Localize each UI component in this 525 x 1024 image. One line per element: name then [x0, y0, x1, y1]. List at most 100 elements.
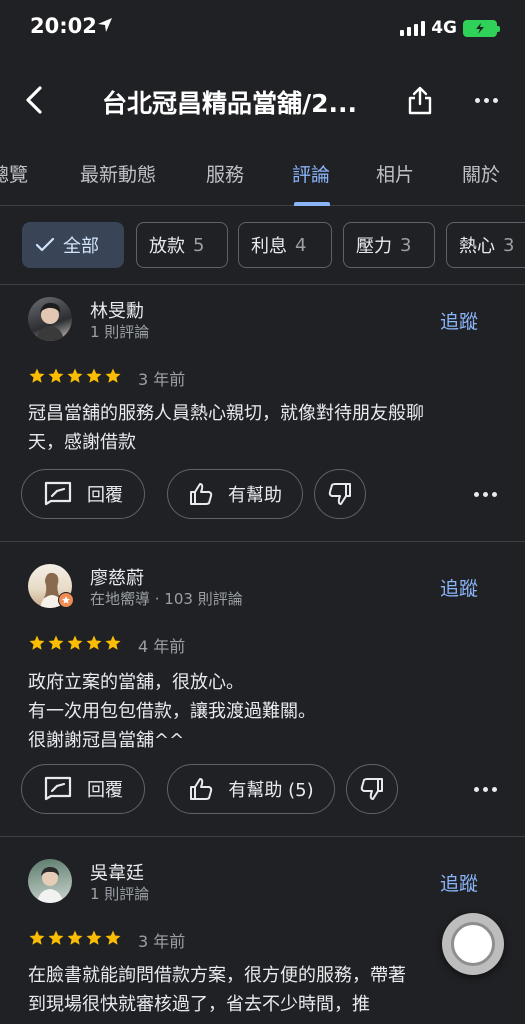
star-rating — [28, 367, 122, 385]
chip-all[interactable]: 全部 — [22, 222, 124, 268]
reply-icon — [44, 776, 72, 801]
review-text-line: 政府立案的當舖，很放心。 — [28, 672, 244, 693]
status-time: 20:02 — [30, 14, 97, 38]
more-button[interactable] — [466, 80, 506, 120]
review-card: 林旻勳 1 則評論 追蹤 3 年前 冠昌當舖的服務人員熱心親切，就像對待朋友般聊… — [0, 285, 525, 541]
star-icon — [29, 635, 45, 650]
reply-label: 回覆 — [87, 485, 123, 506]
reply-label: 回覆 — [87, 780, 123, 801]
tab-overview[interactable]: 總覽 — [0, 160, 28, 187]
reply-button[interactable]: 回覆 — [21, 764, 145, 814]
helpful-label: 有幫助 (5) — [228, 780, 314, 801]
status-bar: 20:02 4G — [0, 0, 525, 56]
star-icon — [86, 368, 102, 383]
more-icon — [474, 492, 479, 497]
reviewer-name[interactable]: 吳韋廷 — [90, 859, 144, 885]
tab-updates[interactable]: 最新動態 — [80, 160, 156, 187]
reviewer-meta: 1 則評論 — [90, 885, 150, 903]
helpful-button[interactable]: 有幫助 — [167, 469, 303, 519]
chip-label: 壓力 — [356, 236, 392, 257]
chip-label: 全部 — [63, 236, 99, 257]
tab-about[interactable]: 關於 — [462, 160, 500, 187]
tab-services[interactable]: 服務 — [206, 160, 244, 187]
reviewer-name[interactable]: 林旻勳 — [90, 297, 144, 323]
review-text: 政府立案的當舖，很放心。 有一次用包包借款，讓我渡過難關。 很謝謝冠昌當舖^^ — [28, 668, 488, 755]
star-icon — [67, 635, 83, 650]
reviewer-name[interactable]: 廖慈蔚 — [90, 564, 144, 590]
avatar[interactable] — [28, 297, 72, 341]
star-icon — [67, 930, 83, 945]
review-age: 3 年前 — [138, 370, 186, 389]
thumb-up-icon — [190, 778, 213, 800]
review-more-button[interactable] — [474, 787, 497, 792]
tab-reviews[interactable]: 評論 — [292, 160, 330, 187]
share-button[interactable] — [400, 80, 440, 120]
star-icon — [48, 368, 64, 383]
chip-label: 放款 — [149, 236, 185, 257]
chip-count: 3 — [400, 234, 412, 256]
not-helpful-button[interactable] — [314, 469, 366, 519]
local-guide-badge-icon — [58, 592, 74, 608]
back-arrow-icon — [26, 86, 42, 114]
review-text-line: 在臉書就能詢問借款方案，很方便的服務，帶著 — [28, 965, 406, 986]
review-age: 4 年前 — [138, 637, 186, 656]
back-button[interactable] — [14, 80, 54, 120]
follow-button[interactable]: 追蹤 — [440, 574, 478, 601]
more-icon — [474, 97, 480, 103]
review-card: 廖慈蔚 在地嚮導 · 103 則評論 追蹤 4 年前 政府立案的當舖，很放心。 … — [0, 542, 525, 836]
star-icon — [105, 368, 121, 383]
review-text: 冠昌當舖的服務人員熱心親切，就像對待朋友般聊 天，感謝借款 — [28, 399, 488, 457]
location-arrow-icon — [98, 18, 112, 32]
chip-interest[interactable]: 利息 4 — [238, 222, 332, 268]
star-icon — [48, 930, 64, 945]
chip-enthusiastic[interactable]: 熱心 3 — [446, 222, 525, 268]
review-text-line: 冠昌當舖的服務人員熱心親切，就像對待朋友般聊 — [28, 403, 424, 424]
star-icon — [48, 635, 64, 650]
check-icon — [35, 237, 55, 253]
chip-label: 利息 — [251, 236, 287, 257]
tab-photos[interactable]: 相片 — [376, 160, 414, 187]
thumb-down-icon — [328, 483, 351, 505]
status-indicators: 4G — [400, 18, 500, 38]
follow-button[interactable]: 追蹤 — [440, 869, 478, 896]
assistive-touch-icon — [451, 922, 495, 966]
assistive-touch-button[interactable] — [442, 913, 504, 975]
star-icon — [105, 930, 121, 945]
filter-chips: 全部 放款 5 利息 4 壓力 3 熱心 3 — [0, 222, 525, 270]
reviewer-meta: 1 則評論 — [90, 323, 150, 341]
review-age: 3 年前 — [138, 932, 186, 951]
star-rating — [28, 634, 122, 652]
reply-button[interactable]: 回覆 — [21, 469, 145, 519]
thumb-up-icon — [190, 483, 213, 505]
signal-icon — [400, 20, 426, 36]
helpful-label: 有幫助 — [228, 485, 282, 506]
reviewer-meta: 在地嚮導 · 103 則評論 — [90, 590, 243, 608]
review-text-line: 有一次用包包借款，讓我渡過難關。 — [28, 701, 316, 722]
not-helpful-button[interactable] — [346, 764, 398, 814]
star-icon — [86, 930, 102, 945]
review-text: 在臉書就能詢問借款方案，很方便的服務，帶著 到現場很快就審核過了，省去不少時間，… — [28, 961, 498, 1019]
review-text-line: 很謝謝冠昌當舖^^ — [28, 730, 185, 751]
review-text-line: 到現場很快就審核過了，省去不少時間，推 — [28, 994, 370, 1015]
page-title: 台北冠昌精品當舖/2... — [102, 89, 358, 118]
tab-bar: 總覽 最新動態 服務 評論 相片 關於 — [0, 146, 525, 206]
follow-button[interactable]: 追蹤 — [440, 307, 478, 334]
avatar[interactable] — [28, 859, 72, 903]
review-more-button[interactable] — [474, 492, 497, 497]
chip-count: 5 — [193, 234, 205, 256]
reply-icon — [44, 481, 72, 506]
star-icon — [67, 368, 83, 383]
helpful-button[interactable]: 有幫助 (5) — [167, 764, 335, 814]
thumb-down-icon — [360, 778, 383, 800]
chip-loan[interactable]: 放款 5 — [136, 222, 228, 268]
chip-label: 熱心 — [459, 236, 495, 257]
chip-count: 4 — [295, 234, 307, 256]
battery-icon — [463, 19, 500, 37]
chip-pressure[interactable]: 壓力 3 — [343, 222, 435, 268]
star-icon — [105, 635, 121, 650]
app-header: 台北冠昌精品當舖/2... — [0, 72, 525, 128]
network-label: 4G — [431, 18, 457, 38]
star-icon — [29, 930, 45, 945]
share-icon — [408, 86, 432, 115]
chip-count: 3 — [503, 234, 515, 256]
